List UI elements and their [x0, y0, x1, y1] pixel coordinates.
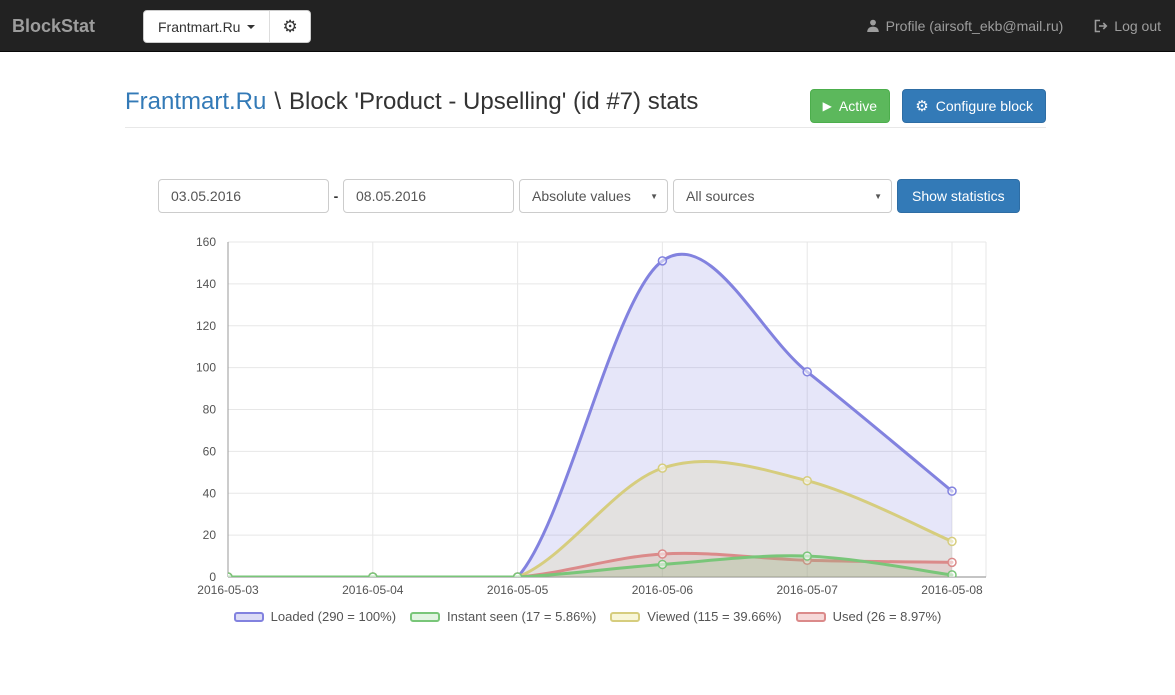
svg-text:120: 120 — [196, 319, 216, 333]
title-text: Block 'Product - Upselling' (id #7) stat… — [289, 88, 698, 115]
site-settings-button[interactable]: ⚙ — [269, 11, 309, 42]
legend-swatch — [610, 612, 640, 622]
svg-text:2016-05-06: 2016-05-06 — [632, 583, 694, 597]
legend-item-0: Loaded (290 = 100%) — [234, 609, 396, 624]
legend-label: Loaded (290 = 100%) — [271, 609, 396, 624]
profile-label: Profile (airsoft_ekb@mail.ru) — [886, 18, 1064, 34]
active-label: Active — [839, 98, 877, 114]
gear-icon: ⚙ — [915, 99, 928, 114]
legend-label: Used (26 = 8.97%) — [833, 609, 942, 624]
top-navbar: BlockStat Frantmart.Ru ⚙ Profile (airsof… — [0, 0, 1175, 52]
svg-text:20: 20 — [203, 528, 217, 542]
svg-text:2016-05-03: 2016-05-03 — [197, 583, 259, 597]
value-mode-select-wrap: Absolute values ▼ — [519, 179, 668, 213]
svg-text:100: 100 — [196, 361, 216, 375]
blockstat-app: BlockStat Frantmart.Ru ⚙ Profile (airsof… — [0, 0, 1175, 695]
block-active-button[interactable]: ▶ Active — [810, 89, 890, 123]
svg-text:160: 160 — [196, 235, 216, 249]
chart-legend: Loaded (290 = 100%) Instant seen (17 = 5.… — [0, 609, 1175, 624]
legend-swatch — [410, 612, 440, 622]
svg-text:2016-05-07: 2016-05-07 — [777, 583, 839, 597]
configure-block-button[interactable]: ⚙ Configure block — [902, 89, 1046, 123]
site-selector-label: Frantmart.Ru — [158, 19, 240, 35]
site-selector-dropdown[interactable]: Frantmart.Ru — [144, 11, 269, 42]
source-select-wrap: All sources ▼ — [673, 179, 892, 213]
logout-label: Log out — [1114, 18, 1161, 34]
date-range-separator: - — [331, 179, 341, 213]
site-breadcrumb-link[interactable]: Frantmart.Ru — [125, 88, 266, 115]
svg-text:0: 0 — [209, 570, 216, 584]
title-separator: \ — [274, 88, 281, 115]
gear-icon: ⚙ — [282, 17, 297, 37]
legend-item-3: Used (26 = 8.97%) — [796, 609, 942, 624]
show-statistics-button[interactable]: Show statistics — [897, 179, 1020, 213]
site-selector-group: Frantmart.Ru ⚙ — [143, 10, 311, 43]
legend-item-2: Viewed (115 = 39.66%) — [610, 609, 781, 624]
source-select[interactable]: All sources — [673, 179, 892, 213]
legend-label: Viewed (115 = 39.66%) — [647, 609, 781, 624]
configure-label: Configure block — [936, 98, 1033, 114]
date-to-input[interactable] — [343, 179, 514, 213]
svg-text:80: 80 — [203, 403, 217, 417]
navbar-right: Profile (airsoft_ekb@mail.ru) Log out — [866, 0, 1161, 52]
svg-text:2016-05-04: 2016-05-04 — [342, 583, 404, 597]
filter-bar: - Absolute values ▼ All sources ▼ Show s… — [0, 179, 1175, 213]
stats-chart-area: 0 20 40 60 80 100 120 140 160 2016-05-03 2016-05-0… — [0, 230, 1175, 606]
play-icon: ▶ — [823, 100, 832, 112]
person-icon — [866, 19, 880, 33]
page-header: Frantmart.Ru \ Block 'Product - Upselling'… — [125, 85, 1046, 128]
chevron-down-icon — [247, 25, 255, 29]
svg-text:140: 140 — [196, 277, 216, 291]
svg-text:40: 40 — [203, 486, 217, 500]
brand-logo[interactable]: BlockStat — [12, 0, 95, 52]
svg-text:2016-05-05: 2016-05-05 — [487, 583, 549, 597]
date-from-input[interactable] — [158, 179, 329, 213]
value-mode-select[interactable]: Absolute values — [519, 179, 668, 213]
svg-text:2016-05-08: 2016-05-08 — [921, 583, 983, 597]
svg-text:60: 60 — [203, 444, 217, 458]
profile-link[interactable]: Profile (airsoft_ekb@mail.ru) — [866, 18, 1064, 34]
legend-swatch — [796, 612, 826, 622]
legend-item-1: Instant seen (17 = 5.86%) — [410, 609, 596, 624]
legend-swatch — [234, 612, 264, 622]
logout-link[interactable]: Log out — [1093, 18, 1161, 34]
logout-icon — [1093, 19, 1108, 33]
stats-chart: 0 20 40 60 80 100 120 140 160 2016-05-03 2016-05-0… — [0, 230, 1175, 606]
legend-label: Instant seen (17 = 5.86%) — [447, 609, 596, 624]
